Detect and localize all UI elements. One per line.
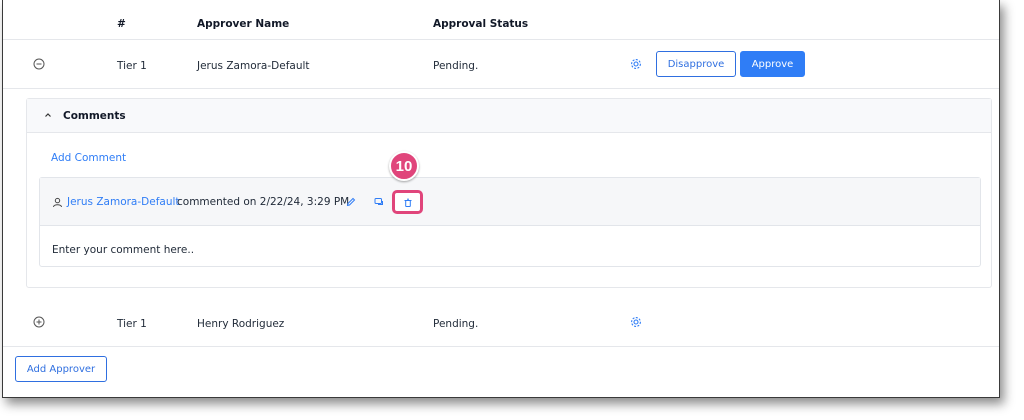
add-comment-link[interactable]: Add Comment [51,152,126,164]
status-cell: Pending. [433,60,479,72]
approval-panel: # Approver Name Approval Status Tier 1 J… [2,0,1000,398]
user-icon [52,197,63,208]
header-approver-name: Approver Name [197,18,290,30]
approve-button[interactable]: Approve [740,51,805,77]
tier-cell: Tier 1 [117,318,147,330]
step-badge: 10 [389,151,419,181]
comment-timestamp: commented on 2/22/24, 3:29 PM [177,196,350,208]
header-approval-status: Approval Status [433,18,529,30]
table-header: # Approver Name Approval Status [3,0,999,40]
disapprove-button[interactable]: Disapprove [656,51,736,77]
comment-meta-bar: Jerus Zamora-Default commented on 2/22/2… [40,178,980,226]
table-row: Tier 1 Henry Rodriguez Pending. [3,299,999,347]
comments-panel: Comments Add Comment Jerus Zamora-Defaul… [26,98,992,288]
approver-name-cell: Jerus Zamora-Default [197,60,310,72]
trash-icon[interactable] [403,198,413,208]
header-num: # [117,18,126,30]
gear-icon[interactable] [630,58,642,70]
tier-cell: Tier 1 [117,60,147,72]
pencil-icon[interactable] [345,196,357,208]
status-cell: Pending. [433,318,479,330]
reply-icon[interactable] [373,196,385,208]
add-approver-button[interactable]: Add Approver [15,356,107,382]
table-row: Tier 1 Jerus Zamora-Default Pending. Dis… [3,41,999,89]
gear-icon[interactable] [630,316,642,328]
comments-title: Comments [63,110,126,122]
expand-plus-icon[interactable] [33,316,45,328]
comments-header[interactable]: Comments [27,99,991,133]
collapse-minus-icon[interactable] [33,58,45,70]
delete-button-highlight[interactable] [392,190,423,214]
comment-author-link[interactable]: Jerus Zamora-Default [67,196,180,208]
comment-text[interactable]: Enter your comment here.. [52,244,194,256]
approver-name-cell: Henry Rodriguez [197,318,285,330]
chevron-up-icon[interactable] [43,110,53,120]
comment-entry: Jerus Zamora-Default commented on 2/22/2… [39,177,981,267]
